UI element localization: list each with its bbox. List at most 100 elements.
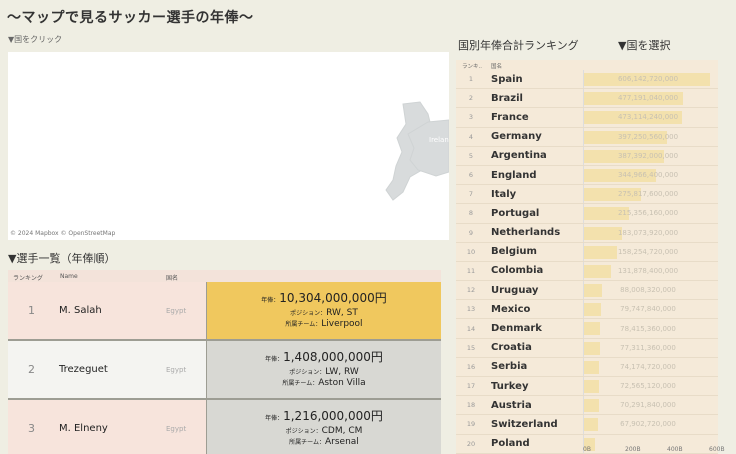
ranking-number: 9 bbox=[468, 228, 474, 237]
ranking-country[interactable]: Germany bbox=[491, 128, 542, 146]
map-hint: ▼国をクリック bbox=[8, 35, 63, 44]
ranking-row[interactable]: 1 Spain 606,142,720,000 bbox=[456, 70, 718, 90]
ranking-row[interactable]: 18 Austria 70,291,840,000 bbox=[456, 396, 718, 416]
ranking-row[interactable]: 10 Belgium 158,254,720,000 bbox=[456, 242, 718, 262]
ranking-country[interactable]: Poland bbox=[491, 435, 530, 453]
ranking-row[interactable]: 13 Mexico 79,747,840,000 bbox=[456, 300, 718, 320]
ranking-country[interactable]: Denmark bbox=[491, 319, 542, 337]
player-list-title: ▼選手一覧（年俸順） bbox=[8, 252, 116, 265]
ranking-value: 275,817,600,000 bbox=[617, 190, 679, 199]
ranking-country[interactable]: Serbia bbox=[491, 358, 527, 376]
ranking-country[interactable]: Colombia bbox=[491, 262, 543, 280]
ranking-row[interactable]: 15 Croatia 77,311,360,000 bbox=[456, 338, 718, 358]
ranking-row[interactable]: 7 Italy 275,817,600,000 bbox=[456, 185, 718, 205]
map-label-ireland: Irelan bbox=[429, 136, 449, 144]
player-row[interactable]: 2 Trezeguet Egypt 年俸：1,408,000,000円 ポジション：LW… bbox=[8, 341, 441, 400]
player-position: RW, ST bbox=[326, 308, 358, 318]
ranking-number: 14 bbox=[466, 324, 476, 333]
ranking-country[interactable]: England bbox=[491, 166, 537, 184]
ranking-value: 215,356,160,000 bbox=[617, 209, 679, 218]
ranking-number: 18 bbox=[466, 401, 476, 410]
ranking-value: 158,254,720,000 bbox=[617, 247, 679, 256]
ranking-country[interactable]: Turkey bbox=[491, 377, 528, 395]
player-name[interactable]: M. Elneny bbox=[59, 400, 108, 454]
ranking-country[interactable]: Brazil bbox=[491, 89, 523, 107]
ranking-country[interactable]: Spain bbox=[491, 70, 523, 88]
team-label: 所属チーム： bbox=[285, 321, 322, 328]
ranking-value: 79,747,840,000 bbox=[620, 305, 676, 314]
player-info: 年俸：1,216,000,000円 ポジション：CDM, CM 所属チーム：Arse… bbox=[206, 400, 441, 454]
ranking-row[interactable]: 17 Turkey 72,565,120,000 bbox=[456, 377, 718, 397]
ranking-number: 8 bbox=[468, 209, 474, 218]
player-info: 年俸：10,304,000,000円 ポジション：RW, ST 所属チーム：Live… bbox=[206, 282, 441, 339]
ranking-bar-cell: 275,817,600,000 bbox=[583, 185, 718, 204]
ranking-value: 477,191,040,000 bbox=[617, 94, 679, 103]
ranking-value: 77,311,360,000 bbox=[620, 343, 676, 352]
ranking-country[interactable]: Switzerland bbox=[491, 415, 558, 433]
player-salary-line: 年俸：1,216,000,000円 bbox=[265, 409, 383, 426]
player-country: Egypt bbox=[166, 365, 187, 374]
ranking-country[interactable]: Croatia bbox=[491, 339, 532, 357]
map-canvas[interactable]: Irelan bbox=[8, 52, 449, 240]
ranking-country[interactable]: Mexico bbox=[491, 300, 530, 318]
ranking-value: 70,291,840,000 bbox=[620, 401, 676, 410]
ranking-row[interactable]: 19 Switzerland 67,902,720,000 bbox=[456, 415, 718, 435]
ranking-value: 606,142,720,000 bbox=[617, 75, 679, 84]
ranking-bar-cell: 387,392,000,000 bbox=[583, 146, 718, 165]
ranking-row[interactable]: 5 Argentina 387,392,000,000 bbox=[456, 146, 718, 166]
ranking-row[interactable]: 9 Netherlands 183,073,920,000 bbox=[456, 223, 718, 243]
ranking-row[interactable]: 16 Serbia 74,174,720,000 bbox=[456, 357, 718, 377]
ranking-country[interactable]: Italy bbox=[491, 185, 516, 203]
player-team-line: 所属チーム：Arsenal bbox=[289, 437, 359, 448]
ranking-number: 1 bbox=[468, 75, 474, 84]
ranking-row[interactable]: 4 Germany 397,250,560,000 bbox=[456, 127, 718, 147]
ranking-number: 10 bbox=[466, 247, 476, 256]
ranking-row[interactable]: 3 France 473,114,240,000 bbox=[456, 108, 718, 128]
ranking-number: 20 bbox=[466, 439, 476, 448]
ranking-bar-cell: 67,902,720,000 bbox=[583, 415, 718, 434]
ranking-number: 12 bbox=[466, 286, 476, 295]
player-row[interactable]: 1 M. Salah Egypt 年俸：10,304,000,000円 ポジション：RW… bbox=[8, 282, 441, 341]
ranking-country[interactable]: Belgium bbox=[491, 243, 537, 261]
player-name[interactable]: M. Salah bbox=[59, 282, 102, 339]
ranking-bar-cell: 77,311,360,000 bbox=[583, 338, 718, 357]
ranking-country[interactable]: France bbox=[491, 108, 529, 126]
player-team-line: 所属チーム：Aston Villa bbox=[282, 378, 365, 389]
page-title: 〜マップで見るサッカー選手の年俸〜 bbox=[7, 10, 254, 26]
player-country: Egypt bbox=[166, 424, 187, 433]
player-team-line: 所属チーム：Liverpool bbox=[285, 319, 362, 330]
ranking-country[interactable]: Austria bbox=[491, 396, 532, 414]
ranking-header-country: 国名 bbox=[491, 64, 503, 70]
country-ranking-table: ランキ.. 国名 1 Spain 606,142,720,000 2 Brazil 477… bbox=[456, 60, 718, 454]
ranking-row[interactable]: 11 Colombia 131,878,400,000 bbox=[456, 261, 718, 282]
ranking-number: 17 bbox=[466, 382, 476, 391]
ranking-country[interactable]: Argentina bbox=[491, 147, 547, 165]
axis-tick: 200B bbox=[625, 446, 641, 453]
player-position-line: ポジション：LW, RW bbox=[289, 367, 359, 378]
dashboard: 〜マップで見るサッカー選手の年俸〜 ▼国をクリック Irelan © 2024 … bbox=[0, 0, 736, 454]
ranking-row[interactable]: 8 Portugal 215,356,160,000 bbox=[456, 204, 718, 224]
ranking-country[interactable]: Uruguay bbox=[491, 281, 538, 299]
ranking-row[interactable]: 2 Brazil 477,191,040,000 bbox=[456, 89, 718, 109]
ranking-country[interactable]: Portugal bbox=[491, 204, 539, 222]
ranking-number: 2 bbox=[468, 94, 474, 103]
ranking-value: 74,174,720,000 bbox=[620, 362, 676, 371]
ranking-number: 15 bbox=[466, 343, 476, 352]
ranking-row[interactable]: 14 Denmark 78,415,360,000 bbox=[456, 319, 718, 339]
world-map[interactable]: Irelan © 2024 Mapbox © OpenStreetMap bbox=[8, 52, 449, 240]
ranking-row[interactable]: 6 England 344,966,400,000 bbox=[456, 165, 718, 186]
ranking-header: ランキ.. 国名 bbox=[456, 60, 718, 70]
ranking-country[interactable]: Netherlands bbox=[491, 224, 560, 242]
ranking-value: 183,073,920,000 bbox=[617, 228, 679, 237]
ranking-number: 3 bbox=[468, 113, 474, 122]
player-salary: 1,216,000,000円 bbox=[283, 409, 383, 423]
ranking-bar-cell: 606,142,720,000 bbox=[583, 70, 718, 89]
player-salary: 1,408,000,000円 bbox=[283, 350, 383, 364]
player-row[interactable]: 3 M. Elneny Egypt 年俸：1,216,000,000円 ポジション：CD… bbox=[8, 400, 441, 454]
player-position: LW, RW bbox=[325, 367, 359, 377]
player-name[interactable]: Trezeguet bbox=[59, 341, 108, 398]
ranking-row[interactable]: 12 Uruguay 88,008,320,000 bbox=[456, 281, 718, 301]
ranking-bar-cell: 74,174,720,000 bbox=[583, 357, 718, 376]
player-team: Arsenal bbox=[325, 437, 359, 447]
ranking-bar-cell: 72,565,120,000 bbox=[583, 377, 718, 396]
